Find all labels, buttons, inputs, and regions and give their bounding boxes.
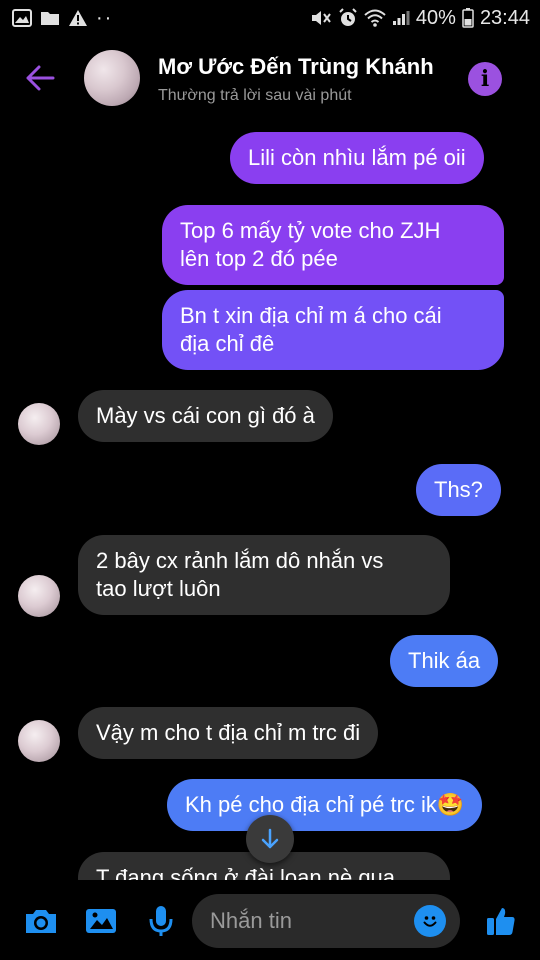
microphone-icon: [149, 906, 173, 936]
like-button[interactable]: [482, 902, 520, 940]
message-line: 2 bây cx rảnh lắm dô nhắn vs: [96, 548, 384, 573]
gallery-button[interactable]: [82, 902, 120, 940]
message-bubble-incoming[interactable]: Vậy m cho t địa chỉ m trc đi: [78, 707, 379, 759]
status-bar: ·· 40% 23:44: [0, 0, 540, 36]
camera-icon: [26, 910, 56, 933]
contact-avatar[interactable]: [84, 50, 140, 106]
more-notifications-dots: ··: [96, 6, 114, 29]
wifi-icon: [364, 9, 386, 27]
gallery-notification-icon: [12, 9, 32, 27]
sender-avatar[interactable]: [18, 403, 60, 445]
composer-bar: Nhắn tin: [0, 880, 540, 960]
info-icon: i: [480, 66, 490, 92]
message-bubble-outgoing[interactable]: Kh pé cho địa chỉ pé trc ik🤩: [167, 779, 483, 831]
thumbs-up-icon: [487, 908, 515, 935]
contact-name[interactable]: Mơ Ước Đến Trùng Khánh: [158, 54, 434, 80]
folder-notification-icon: [40, 10, 60, 26]
message-line: Bn t xin địa chỉ m á cho cái: [180, 303, 442, 328]
image-icon: [86, 909, 116, 933]
clock-time: 23:44: [479, 6, 530, 29]
message-input-placeholder: Nhắn tin: [210, 908, 292, 933]
sender-avatar[interactable]: [18, 575, 60, 617]
message-bubble-incoming[interactable]: 2 bây cx rảnh lắm dô nhắn vs tao lượt lu…: [78, 535, 450, 615]
scroll-to-bottom-button[interactable]: [246, 815, 294, 863]
message-bubble-outgoing[interactable]: Top 6 mấy tỷ vote cho ZJH lên top 2 đó p…: [162, 205, 504, 285]
back-button[interactable]: [20, 58, 60, 98]
message-bubble-outgoing[interactable]: Thik áa: [390, 635, 499, 687]
contact-status: Thường trả lời sau vài phút: [158, 87, 352, 104]
voice-button[interactable]: [142, 902, 180, 940]
message-line: tao lượt luôn: [96, 576, 221, 601]
message-bubble-outgoing[interactable]: Bn t xin địa chỉ m á cho cái địa chỉ đê: [162, 290, 504, 370]
message-line: lên top 2 đó pée: [180, 246, 338, 271]
camera-button[interactable]: [22, 902, 60, 940]
battery-icon: [462, 8, 474, 28]
sender-avatar[interactable]: [18, 720, 60, 762]
arrow-down-icon: [261, 828, 279, 849]
alarm-icon: [338, 8, 358, 28]
smiley-icon: [423, 916, 437, 927]
info-button[interactable]: i: [468, 62, 502, 96]
message-bubble-outgoing[interactable]: Lili còn nhìu lắm pé oii: [230, 132, 484, 184]
emoji-button[interactable]: [414, 905, 446, 937]
signal-icon: [392, 10, 410, 26]
message-line: Top 6 mấy tỷ vote cho ZJH: [180, 218, 441, 243]
mute-icon: [310, 9, 332, 27]
back-arrow-icon: [26, 65, 55, 91]
message-bubble-incoming[interactable]: Mày vs cái con gì đó à: [78, 390, 333, 442]
battery-percent: 40%: [415, 6, 456, 29]
message-line: địa chỉ đê: [180, 331, 275, 356]
warning-icon: [68, 9, 88, 27]
message-bubble-outgoing[interactable]: Ths?: [416, 464, 501, 516]
conversation-header: Mơ Ước Đến Trùng Khánh Thường trả lời sa…: [0, 36, 540, 122]
